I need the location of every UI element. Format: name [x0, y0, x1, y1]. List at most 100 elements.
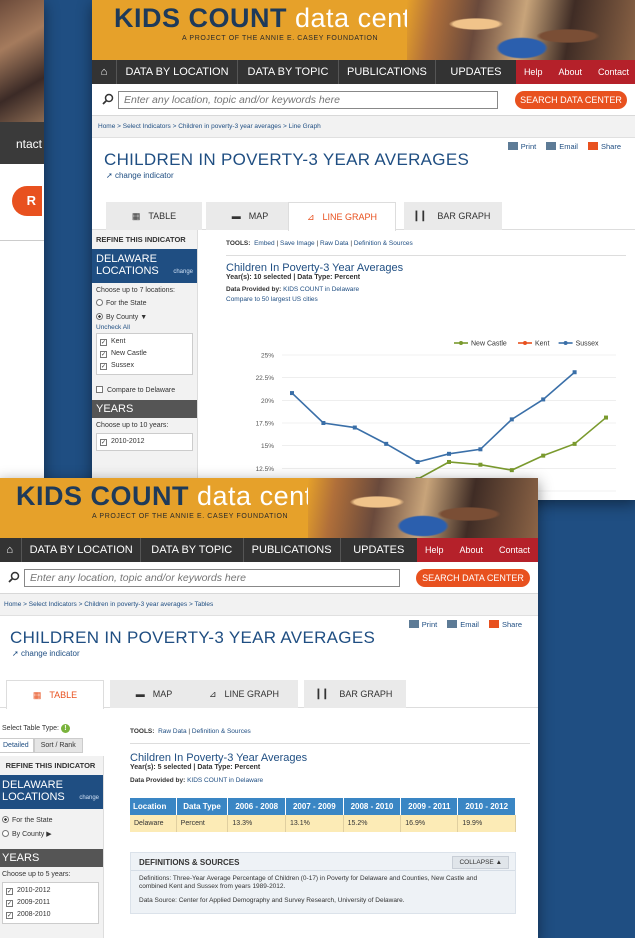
- search-input[interactable]: [118, 91, 498, 109]
- col-header[interactable]: Data Type: [176, 798, 229, 815]
- data-point: [447, 451, 451, 456]
- change-indicator-link[interactable]: ➚ change indicator: [12, 649, 80, 658]
- county-checkbox-sussex[interactable]: ✓ Sussex: [100, 360, 189, 372]
- tab-bar-graph[interactable]: ▎▎ BAR GRAPH: [304, 680, 406, 708]
- col-header[interactable]: Location: [130, 798, 177, 815]
- change-locations-link[interactable]: change: [79, 792, 99, 804]
- change-locations-link[interactable]: change: [173, 266, 193, 278]
- utility-nav: Help About Contact: [416, 538, 538, 562]
- print-button[interactable]: Print: [408, 620, 437, 629]
- contact-link[interactable]: Contact: [491, 545, 538, 555]
- share-button[interactable]: Share: [587, 142, 621, 151]
- col-header[interactable]: 2007 - 2009: [285, 798, 344, 815]
- tab-bar-graph[interactable]: ▎▎ BAR GRAPH: [404, 202, 502, 230]
- definitions-panel: DEFINITIONS & SOURCES COLLAPSE ▲ Definiti…: [130, 852, 516, 914]
- email-button[interactable]: Email: [447, 620, 479, 629]
- tab-line-graph[interactable]: ⊿ LINE GRAPH: [288, 202, 396, 231]
- table-cell: Delaware: [130, 815, 177, 832]
- share-icon: [488, 620, 499, 628]
- sort-rank-tab[interactable]: Sort / Rank: [33, 738, 83, 753]
- col-header[interactable]: 2010 - 2012: [457, 798, 516, 815]
- years-heading: YEARS: [0, 849, 103, 867]
- about-link[interactable]: About: [550, 67, 590, 77]
- logo[interactable]: KIDS COUNT data center: [16, 481, 338, 512]
- logo[interactable]: KIDS COUNT data center: [114, 3, 436, 34]
- by-county-radio[interactable]: By County ▼: [92, 310, 197, 324]
- uncheck-all-link[interactable]: Uncheck All: [92, 324, 197, 331]
- nav-data-by-location[interactable]: DATA BY LOCATION: [117, 60, 237, 84]
- tab-table[interactable]: ▦ TABLE: [106, 202, 202, 230]
- raw-data-link[interactable]: Raw Data: [320, 240, 349, 247]
- tab-line-graph[interactable]: ⊿ LINE GRAPH: [190, 680, 298, 708]
- about-link[interactable]: About: [451, 545, 491, 555]
- choose-locations-label: Choose up to 7 locations:: [96, 287, 175, 294]
- breadcrumb[interactable]: Home > Select Indicators > Children in p…: [92, 116, 635, 138]
- definition-sources-link[interactable]: Definition & Sources: [354, 240, 413, 247]
- breadcrumb[interactable]: Home > Select Indicators > Children in p…: [0, 594, 538, 616]
- nav-updates[interactable]: UPDATES: [436, 60, 516, 84]
- data-point: [572, 441, 577, 446]
- nav-data-by-location[interactable]: DATA BY LOCATION: [22, 538, 139, 562]
- county-checkbox-kent[interactable]: ✓ Kent: [100, 336, 189, 348]
- search-button[interactable]: SEARCH DATA CENTER: [416, 569, 530, 587]
- info-icon[interactable]: !: [60, 724, 70, 733]
- data-source-text: Data Source: Center for Applied Demograp…: [139, 897, 405, 904]
- search-icon: [102, 93, 114, 105]
- nav-publications[interactable]: PUBLICATIONS: [339, 60, 435, 84]
- change-indicator-link[interactable]: ➚ change indicator: [106, 171, 174, 180]
- by-county-radio[interactable]: By County ▶: [0, 827, 103, 841]
- data-point: [352, 425, 357, 430]
- data-point: [321, 421, 326, 425]
- raw-data-link[interactable]: Raw Data: [158, 728, 187, 735]
- search-input[interactable]: [24, 569, 400, 587]
- col-header[interactable]: 2009 - 2011: [400, 798, 459, 815]
- search-button-fragment[interactable]: R: [12, 186, 42, 216]
- definitions-header: DEFINITIONS & SOURCES COLLAPSE ▲: [131, 853, 515, 871]
- nav-data-by-topic[interactable]: DATA BY TOPIC: [238, 60, 338, 84]
- background-window-left: ntact R: [0, 0, 44, 484]
- table-window: KIDS COUNT data center A PROJECT OF THE …: [0, 478, 538, 938]
- tab-map[interactable]: ▬ MAP: [110, 680, 198, 708]
- year-checkbox[interactable]: ✓ 2008-2010: [6, 909, 95, 921]
- divider: [0, 240, 44, 241]
- home-icon[interactable]: ⌂: [92, 60, 116, 84]
- line-graph-icon: ⊿: [208, 688, 217, 699]
- col-header[interactable]: 2006 - 2008: [227, 798, 287, 815]
- nav-data-by-topic[interactable]: DATA BY TOPIC: [141, 538, 243, 562]
- tab-table[interactable]: ▦ TABLE: [6, 680, 104, 709]
- nav-publications[interactable]: PUBLICATIONS: [244, 538, 340, 562]
- for-state-radio[interactable]: For the State: [92, 296, 197, 310]
- email-button[interactable]: Email: [546, 142, 578, 151]
- year-checkbox[interactable]: ✓ 2009-2011: [6, 897, 95, 909]
- data-point: [604, 415, 608, 420]
- search-button[interactable]: SEARCH DATA CENTER: [515, 91, 627, 109]
- print-button[interactable]: Print: [507, 142, 536, 151]
- nav-contact-fragment[interactable]: ntact: [16, 137, 42, 151]
- home-icon[interactable]: ⌂: [0, 538, 21, 562]
- contact-link[interactable]: Contact: [590, 67, 635, 77]
- collapse-button[interactable]: COLLAPSE ▲: [452, 856, 509, 869]
- definition-sources-link[interactable]: Definition & Sources: [192, 728, 251, 735]
- share-button[interactable]: Share: [488, 620, 522, 629]
- year-checkbox[interactable]: ✓ 2010-2012: [6, 885, 95, 897]
- county-checkbox-new-castle[interactable]: ✓ New Castle: [100, 348, 189, 360]
- col-header[interactable]: 2008 - 2010: [343, 798, 402, 815]
- help-link[interactable]: Help: [516, 67, 551, 77]
- save-image-link[interactable]: Save Image: [280, 240, 315, 247]
- table-cell: Percent: [176, 815, 229, 832]
- year-checkbox[interactable]: ✓ 2010-2012: [100, 436, 189, 448]
- embed-link[interactable]: Embed: [254, 240, 275, 247]
- line-graph-icon: ⊿: [306, 211, 315, 222]
- compare-cities-link[interactable]: Compare to 50 largest US cities: [226, 296, 626, 303]
- compare-delaware-checkbox[interactable]: Compare to Delaware: [92, 383, 197, 397]
- help-link[interactable]: Help: [417, 545, 452, 555]
- header-photo: [407, 0, 635, 60]
- detailed-tab[interactable]: Detailed: [0, 738, 34, 753]
- tab-map[interactable]: ▬ MAP: [206, 202, 294, 230]
- nav-updates[interactable]: UPDATES: [341, 538, 417, 562]
- table-icon: ▦: [32, 689, 42, 700]
- site-header: KIDS COUNT data center A PROJECT OF THE …: [92, 0, 635, 60]
- print-icon: [507, 142, 518, 150]
- page-title: CHILDREN IN POVERTY-3 YEAR AVERAGES: [104, 150, 470, 169]
- for-state-radio[interactable]: For the State: [0, 813, 103, 827]
